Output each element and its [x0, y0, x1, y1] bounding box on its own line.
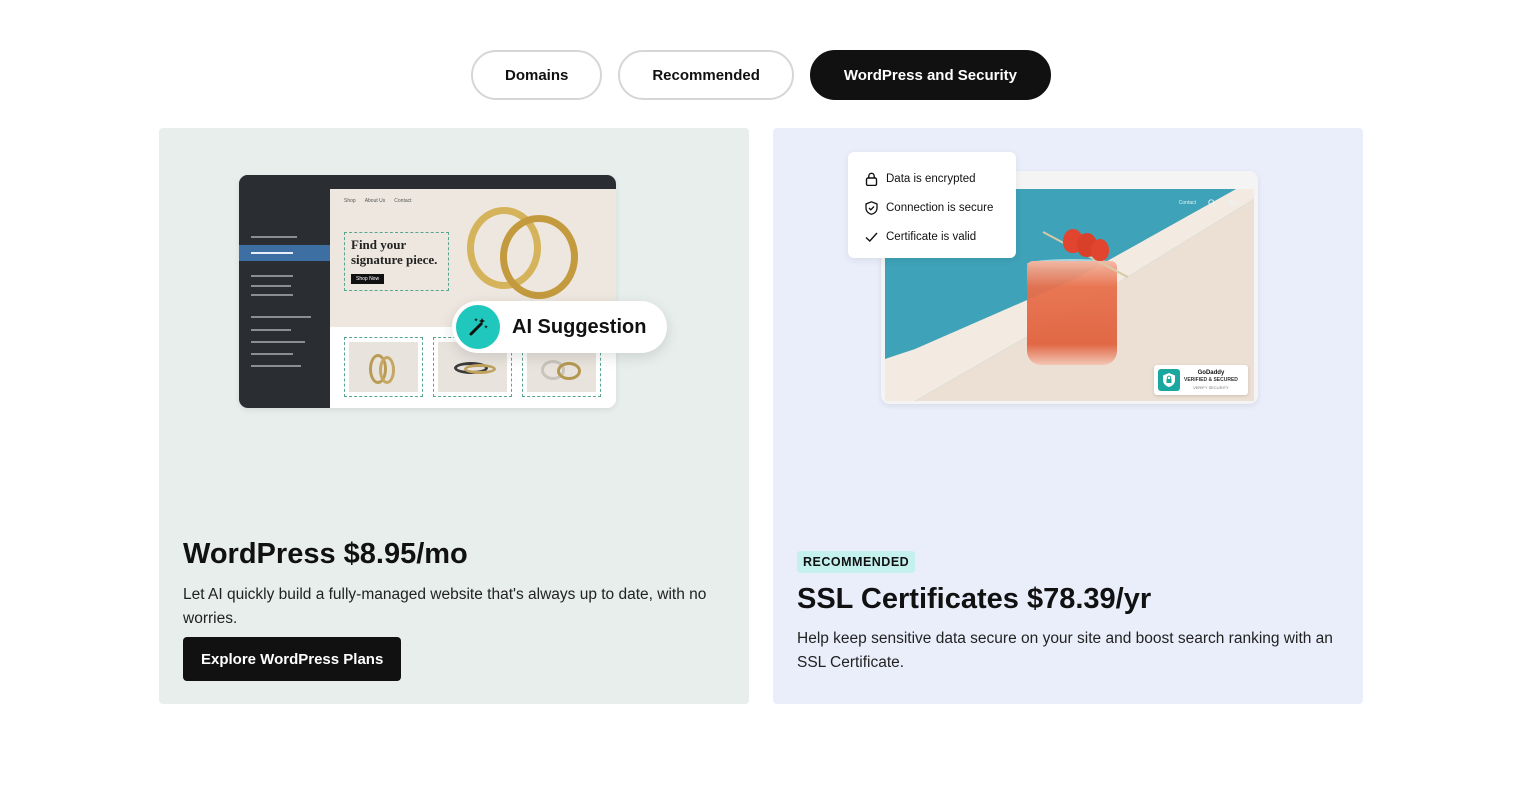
mockup-shop-button: Shop Now — [351, 274, 385, 284]
category-tabs: Domains Recommended WordPress and Securi… — [0, 50, 1522, 100]
check-label-secure: Connection is secure — [886, 201, 994, 214]
wordpress-card-description: Let AI quickly build a fully-managed web… — [183, 586, 707, 627]
tab-domains[interactable]: Domains — [470, 50, 603, 100]
mockup-nav-about: About Us — [364, 198, 386, 204]
mockup-headline: Find your signature piece. — [351, 237, 438, 267]
seal-brand: GoDaddy — [1197, 369, 1225, 376]
seal-verify-link: VERIFY SECURITY — [1193, 384, 1229, 390]
checkmark-icon — [865, 232, 878, 242]
wordpress-site-mockup: Shop About Us Contact Find your signatur… — [239, 175, 616, 408]
mockup-nav-contact: Contact — [394, 198, 412, 204]
explore-wordpress-plans-button[interactable]: Explore WordPress Plans — [183, 637, 402, 681]
check-item-secure: Connection is secure — [865, 193, 1016, 222]
mockup-headline-box: Find your signature piece. Shop Now — [344, 232, 449, 291]
check-label-valid: Certificate is valid — [886, 230, 977, 243]
tab-recommended[interactable]: Recommended — [618, 50, 794, 100]
mockup-nav: Shop About Us Contact — [344, 198, 412, 204]
recommended-badge: RECOMMENDED — [797, 551, 916, 573]
drink-glass — [1027, 261, 1117, 365]
editor-sidebar — [239, 175, 330, 408]
mockup-nav-contact: Contact — [1178, 200, 1196, 206]
mockup-nav-shop: Shop — [344, 198, 356, 204]
wordpress-card-title: WordPress $8.95/mo — [183, 538, 468, 570]
cart-icon — [1228, 200, 1236, 205]
wordpress-card: Shop About Us Contact Find your signatur… — [159, 128, 749, 704]
lock-shield-icon — [1158, 369, 1180, 391]
ai-suggestion-pill: AI Suggestion — [452, 301, 667, 353]
check-label-encrypted: Data is encrypted — [886, 172, 976, 185]
check-item-valid: Certificate is valid — [865, 222, 1016, 251]
ssl-card: Contact GoDaddy VERIFIED & SECURED VERIF… — [773, 128, 1363, 704]
ai-suggestion-label: AI Suggestion — [512, 315, 647, 338]
mockup-store-nav: Contact — [1179, 199, 1236, 207]
magic-wand-icon — [456, 305, 500, 349]
seal-status: VERIFIED & SECURED — [1184, 376, 1238, 383]
search-icon — [1208, 199, 1216, 207]
lock-icon — [865, 172, 878, 186]
shield-check-icon — [865, 200, 878, 215]
godaddy-security-seal[interactable]: GoDaddy VERIFIED & SECURED VERIFY SECURI… — [1154, 365, 1248, 395]
ssl-card-description: Help keep sensitive data secure on your … — [797, 630, 1333, 671]
tab-wordpress-and-security[interactable]: WordPress and Security — [809, 50, 1051, 100]
earring-image-2 — [500, 215, 578, 299]
security-checks-panel: Data is encrypted Connection is secure C… — [848, 152, 1016, 258]
check-item-encrypted: Data is encrypted — [865, 164, 1016, 193]
ssl-card-title: SSL Certificates $78.39/yr — [797, 583, 1152, 615]
